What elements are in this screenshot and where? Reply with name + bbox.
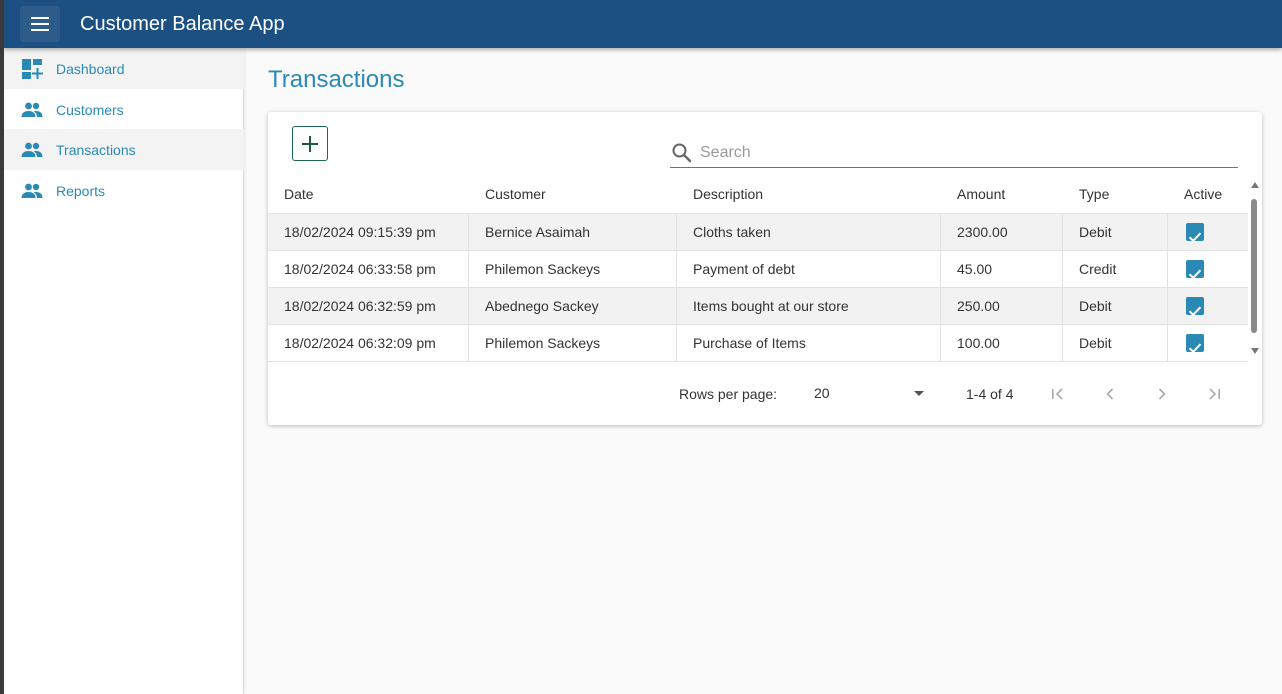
cell-customer: Bernice Asaimah <box>469 214 677 250</box>
sidebar-item-label: Transactions <box>56 141 136 158</box>
check-icon <box>1188 269 1202 280</box>
cell-description: Cloths taken <box>677 214 941 250</box>
column-header-description[interactable]: Description <box>677 176 941 213</box>
people-icon <box>21 142 43 157</box>
cell-date: 18/02/2024 06:32:09 pm <box>268 325 469 361</box>
active-checkbox[interactable] <box>1186 334 1204 354</box>
column-header-date[interactable]: Date <box>268 176 469 213</box>
scroll-up-arrow[interactable] <box>1251 182 1259 188</box>
table-row[interactable]: 18/02/2024 09:15:39 pm Bernice Asaimah C… <box>268 213 1248 250</box>
rows-per-page-label: Rows per page: <box>679 386 778 402</box>
table-row[interactable]: 18/02/2024 06:32:09 pm Philemon Sackeys … <box>268 324 1248 361</box>
cell-description: Items bought at our store <box>677 288 941 324</box>
transactions-card: Date Customer Description Amount Type Ac… <box>268 112 1262 425</box>
sidebar-item-label: Reports <box>56 182 106 199</box>
sidebar-item-label: Dashboard <box>56 60 125 77</box>
table-scrollbar[interactable] <box>1248 182 1262 358</box>
active-checkbox[interactable] <box>1186 260 1204 280</box>
sidebar-item-transactions[interactable]: Transactions <box>4 129 244 170</box>
column-header-active[interactable]: Active <box>1168 176 1248 213</box>
column-header-customer[interactable]: Customer <box>469 176 677 213</box>
active-checkbox[interactable] <box>1186 297 1204 317</box>
table-pagination: Rows per page: 20 1-4 of 4 <box>268 362 1262 425</box>
dashboard-add-icon <box>22 59 43 79</box>
caret-down-icon <box>914 391 924 396</box>
pagination-range: 1-4 of 4 <box>966 386 1014 402</box>
first-page-button[interactable] <box>1044 380 1072 408</box>
menu-button[interactable] <box>20 6 60 42</box>
sidebar: Dashboard Customers Transactions Reports <box>4 48 244 694</box>
cell-date: 18/02/2024 06:33:58 pm <box>268 251 469 287</box>
cell-amount: 45.00 <box>941 251 1063 287</box>
last-page-icon <box>1209 388 1220 400</box>
column-header-type[interactable]: Type <box>1063 176 1168 213</box>
cell-customer: Philemon Sackeys <box>469 251 677 287</box>
rows-per-page-value: 20 <box>814 385 830 401</box>
check-icon <box>1188 343 1202 354</box>
cell-type: Credit <box>1063 251 1168 287</box>
cell-amount: 250.00 <box>941 288 1063 324</box>
check-icon <box>1188 232 1202 243</box>
table-row[interactable]: 18/02/2024 06:32:59 pm Abednego Sackey I… <box>268 287 1248 324</box>
cell-type: Debit <box>1063 214 1168 250</box>
search-icon <box>672 143 692 163</box>
first-page-icon <box>1052 388 1063 400</box>
table-header: Date Customer Description Amount Type Ac… <box>268 176 1248 213</box>
cell-active <box>1168 251 1248 287</box>
cell-customer: Abednego Sackey <box>469 288 677 324</box>
cell-type: Debit <box>1063 288 1168 324</box>
cell-amount: 2300.00 <box>941 214 1063 250</box>
sidebar-item-reports[interactable]: Reports <box>4 170 244 211</box>
search-field <box>670 138 1238 168</box>
scrollbar-thumb[interactable] <box>1251 199 1257 333</box>
top-app-bar: Customer Balance App <box>4 0 1282 48</box>
cell-amount: 100.00 <box>941 325 1063 361</box>
cell-active <box>1168 288 1248 324</box>
search-input[interactable] <box>700 141 1220 165</box>
cell-description: Purchase of Items <box>677 325 941 361</box>
cell-active <box>1168 325 1248 361</box>
cell-date: 18/02/2024 09:15:39 pm <box>268 214 469 250</box>
menu-icon <box>31 17 49 31</box>
sidebar-item-dashboard[interactable]: Dashboard <box>4 48 244 89</box>
people-icon <box>21 102 43 117</box>
cell-customer: Philemon Sackeys <box>469 325 677 361</box>
last-page-button[interactable] <box>1200 380 1228 408</box>
app-title: Customer Balance App <box>80 13 285 35</box>
chevron-left-icon <box>1106 388 1114 400</box>
table-row[interactable]: 18/02/2024 06:33:58 pm Philemon Sackeys … <box>268 250 1248 287</box>
sidebar-item-label: Customers <box>56 101 124 118</box>
cell-active <box>1168 214 1248 250</box>
cell-description: Payment of debt <box>677 251 941 287</box>
plus-icon <box>302 135 318 152</box>
active-checkbox[interactable] <box>1186 223 1204 243</box>
previous-page-button[interactable] <box>1096 380 1124 408</box>
sidebar-item-customers[interactable]: Customers <box>4 89 244 130</box>
people-icon <box>21 183 43 198</box>
cell-type: Debit <box>1063 325 1168 361</box>
next-page-button[interactable] <box>1148 380 1176 408</box>
chevron-right-icon <box>1158 388 1166 400</box>
scroll-down-arrow[interactable] <box>1251 348 1259 354</box>
check-icon <box>1188 306 1202 317</box>
column-header-amount[interactable]: Amount <box>941 176 1063 213</box>
add-transaction-button[interactable] <box>292 126 328 161</box>
rows-per-page-select[interactable]: 20 <box>808 378 928 408</box>
app-window: Customer Balance App Dashboard Customers <box>4 0 1282 694</box>
page-title: Transactions <box>268 66 405 93</box>
cell-date: 18/02/2024 06:32:59 pm <box>268 288 469 324</box>
